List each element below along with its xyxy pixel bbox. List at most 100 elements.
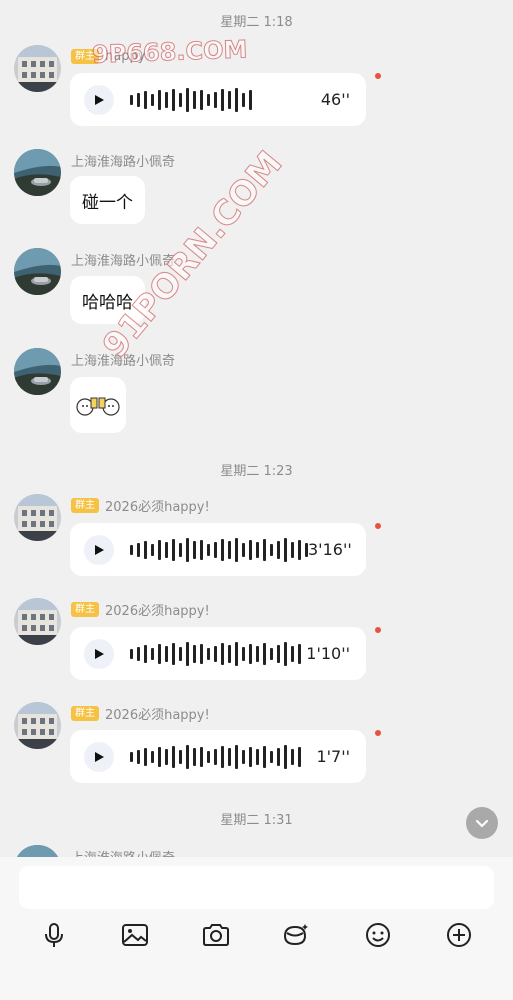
timestamp: 星期二 1:23 xyxy=(220,464,293,479)
waveform-bar xyxy=(221,745,224,768)
waveform-bar xyxy=(193,747,196,766)
timestamp: 星期二 1:31 xyxy=(220,813,293,828)
waveform-bar xyxy=(214,541,217,558)
waveform-bar xyxy=(242,542,245,557)
voice-message: 群主 2026必须happy! 1'7'' xyxy=(0,702,513,792)
avatar[interactable] xyxy=(14,702,61,749)
sender-name: 2026必须happy! xyxy=(105,603,210,619)
waveform xyxy=(130,535,308,565)
waveform-bar xyxy=(165,91,168,108)
avatar[interactable] xyxy=(14,149,61,196)
sender-row: 上海淮海路小佩奇 xyxy=(71,350,176,369)
waveform-bar xyxy=(228,90,231,109)
waveform-bar xyxy=(298,539,301,560)
waveform-bar xyxy=(249,539,252,560)
waveform-bar xyxy=(221,642,224,665)
waveform-bar xyxy=(130,94,133,105)
composer-toolbar xyxy=(0,917,513,953)
sender-row: 上海淮海路小佩奇 xyxy=(71,847,175,858)
waveform-bar xyxy=(207,93,210,106)
sender-row: 群主 2026必须happy! xyxy=(71,496,210,515)
waveform-bar xyxy=(151,647,154,660)
sticker-bubble[interactable] xyxy=(70,377,126,433)
timestamp: 星期二 1:18 xyxy=(220,15,293,30)
waveform-bar xyxy=(277,644,280,663)
waveform-bar xyxy=(158,539,161,560)
waveform-bar xyxy=(256,645,259,662)
text-message: 上海淮海路小佩奇 碰一个 xyxy=(0,149,513,229)
avatar[interactable] xyxy=(14,494,61,541)
red-packet-icon[interactable] xyxy=(279,917,313,953)
voice-bubble[interactable]: 3'16'' xyxy=(70,523,366,576)
waveform-bar xyxy=(158,89,161,110)
waveform-bar xyxy=(228,540,231,559)
sender-name: 上海淮海路小佩奇 xyxy=(71,353,176,369)
unread-dot xyxy=(375,523,381,529)
waveform-bar xyxy=(256,748,259,765)
partial-message: 上海淮海路小佩奇 xyxy=(0,845,513,857)
sender-name: 上海淮海路小佩奇 xyxy=(71,253,176,269)
avatar[interactable] xyxy=(14,598,61,645)
unread-dot xyxy=(375,73,381,79)
camera-icon[interactable] xyxy=(199,917,233,953)
voice-duration: 1'7'' xyxy=(316,747,350,766)
microphone-icon[interactable] xyxy=(37,917,71,953)
waveform-bar xyxy=(172,745,175,768)
avatar[interactable] xyxy=(14,248,61,295)
sender-name: 上海淮海路小佩奇 xyxy=(71,154,176,170)
chat-area[interactable]: 星期二 1:18 群主 happy! 46'' 上海淮海路小佩奇 碰一个 上海淮… xyxy=(0,0,513,857)
image-icon[interactable] xyxy=(118,917,152,953)
plus-icon[interactable] xyxy=(442,917,476,953)
unread-dot xyxy=(375,627,381,633)
waveform-bar xyxy=(284,537,287,562)
waveform-bar xyxy=(179,542,182,557)
owner-badge: 群主 xyxy=(71,601,99,617)
waveform-bar xyxy=(200,746,203,767)
sender-name: happy! xyxy=(105,48,151,64)
waveform-bar xyxy=(270,543,273,556)
play-icon[interactable] xyxy=(84,638,114,669)
waveform-bar xyxy=(130,544,133,555)
waveform-bar xyxy=(235,744,238,769)
avatar[interactable] xyxy=(14,845,61,857)
waveform-bar xyxy=(130,648,133,659)
message-bubble[interactable]: 哈哈哈 xyxy=(70,276,145,324)
scroll-down-button[interactable] xyxy=(466,807,498,839)
waveform-bar xyxy=(207,750,210,763)
voice-message: 群主 happy! 46'' xyxy=(0,45,513,135)
waveform-bar xyxy=(228,747,231,766)
waveform-bar xyxy=(270,750,273,763)
waveform-bar xyxy=(249,89,252,110)
voice-bubble[interactable]: 1'10'' xyxy=(70,627,366,680)
waveform-bar xyxy=(200,539,203,560)
owner-badge: 群主 xyxy=(71,705,99,721)
waveform-bar xyxy=(193,540,196,559)
emoji-icon[interactable] xyxy=(361,917,395,953)
waveform-bar xyxy=(137,542,140,557)
waveform-bar xyxy=(291,645,294,662)
avatar[interactable] xyxy=(14,45,61,92)
message-bubble[interactable]: 碰一个 xyxy=(70,176,145,224)
voice-message: 群主 2026必须happy! 1'10'' xyxy=(0,598,513,688)
voice-duration: 46'' xyxy=(320,90,350,109)
waveform-bar xyxy=(144,747,147,766)
waveform-bar xyxy=(151,750,154,763)
waveform-bar xyxy=(221,88,224,111)
waveform-bar xyxy=(242,646,245,661)
waveform xyxy=(130,639,301,669)
play-icon[interactable] xyxy=(84,534,114,565)
composer xyxy=(0,857,513,1000)
waveform-bar xyxy=(186,87,189,112)
voice-bubble[interactable]: 1'7'' xyxy=(70,730,366,783)
sender-row: 群主 2026必须happy! xyxy=(71,600,210,619)
waveform-bar xyxy=(214,645,217,662)
waveform-bar xyxy=(158,643,161,664)
avatar[interactable] xyxy=(14,348,61,395)
play-icon[interactable] xyxy=(84,84,114,115)
voice-bubble[interactable]: 46'' xyxy=(70,73,366,126)
message-input[interactable] xyxy=(19,866,494,909)
sender-row: 上海淮海路小佩奇 xyxy=(71,250,176,269)
play-icon[interactable] xyxy=(84,741,114,772)
waveform-bar xyxy=(137,92,140,107)
waveform-bar xyxy=(298,643,301,664)
